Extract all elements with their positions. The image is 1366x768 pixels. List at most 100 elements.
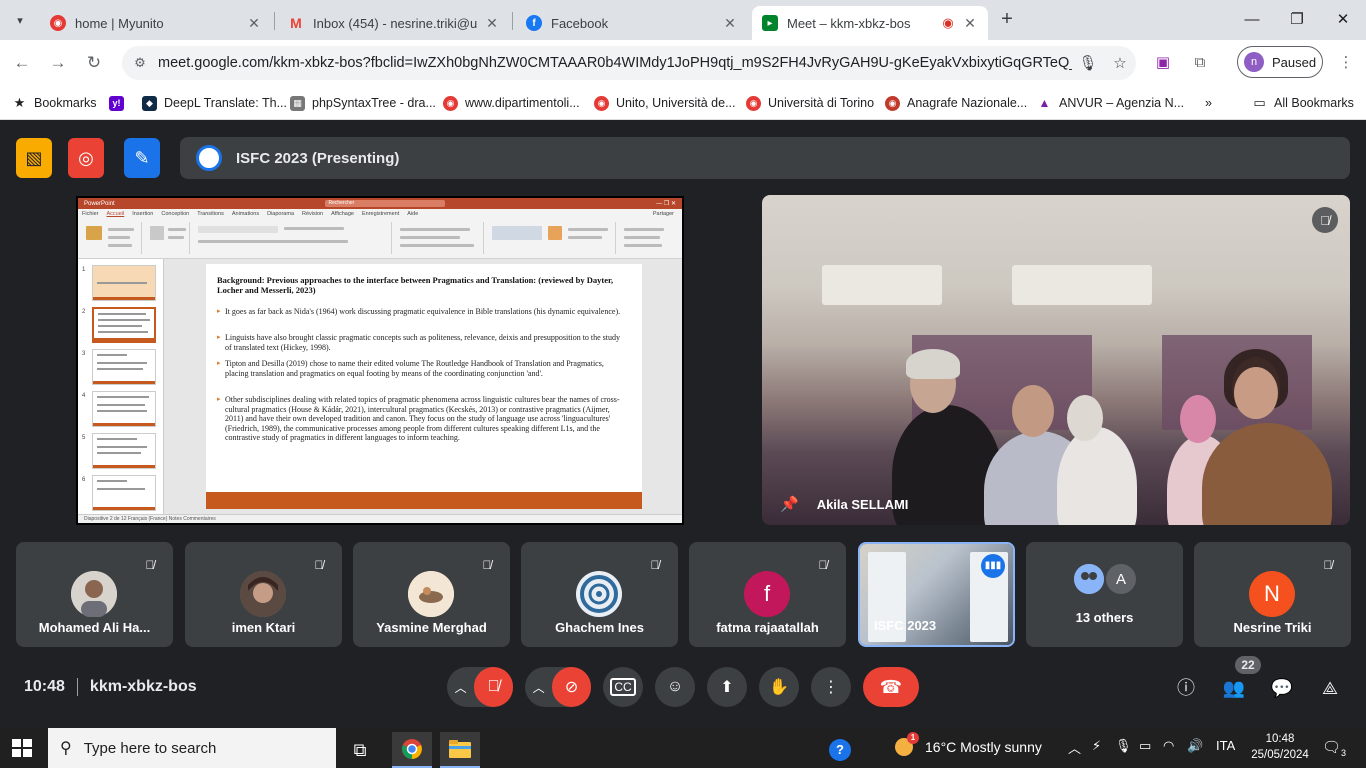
browser-toolbar: ← → ↻ ⚙ meet.google.com/kkm-xbkz-bos?fbc… <box>0 40 1366 86</box>
new-tab-button[interactable]: + <box>995 8 1019 32</box>
minimize-icon[interactable]: — <box>1240 8 1264 32</box>
participant-tile[interactable]: 🎙̸ Mohamed Ali Ha... <box>16 542 173 647</box>
participant-tile[interactable]: 🎙̸ Ghachem Ines <box>521 542 678 647</box>
tab-gmail[interactable]: M Inbox (454) - nesrine.triki@unit ✕ <box>278 6 510 40</box>
participant-tile[interactable]: 🎙̸ N Nesrine Triki <box>1194 542 1351 647</box>
close-tab-icon[interactable]: ✕ <box>722 15 738 32</box>
participant-name: 13 others <box>1075 610 1134 625</box>
chrome-taskbar-icon[interactable] <box>392 732 432 768</box>
mic-off-icon: 🎙̸ <box>650 558 660 572</box>
input-language[interactable]: ITA <box>1216 738 1235 753</box>
microphone-control: ︿ 🎙̸ <box>447 667 513 707</box>
avatar: f <box>744 571 790 617</box>
file-explorer-taskbar-icon[interactable] <box>440 732 480 768</box>
microphone-icon[interactable]: 🎙 <box>1072 54 1104 72</box>
bookmark-unito[interactable]: ◉ Unito, Università de... <box>594 93 736 113</box>
bookmark-dipartimento[interactable]: ◉ www.dipartimentoli... <box>443 93 580 113</box>
bookmark-yahoo[interactable]: y! <box>109 93 131 113</box>
tab-myunito[interactable]: ◉ home | Myunito ✕ <box>40 6 272 40</box>
slide-thumbnail[interactable] <box>92 265 156 301</box>
mic-off-icon: 🎙̸ <box>314 558 324 572</box>
display-tray-icon[interactable]: ▭ <box>1139 738 1151 754</box>
bookmark-anagrafe[interactable]: ◉ Anagrafe Nazionale... <box>885 93 1027 113</box>
slide-thumbnail[interactable] <box>92 475 156 511</box>
mic-off-button[interactable]: 🎙̸ <box>474 667 513 707</box>
bookmarks-more-icon[interactable]: » <box>1205 93 1212 113</box>
raise-hand-button[interactable]: ✋ <box>759 667 799 707</box>
slide-thumbnail-selected[interactable] <box>92 307 156 343</box>
activities-icon[interactable]: ⟁ <box>1316 674 1344 702</box>
slide-thumbnail[interactable] <box>92 433 156 469</box>
folder-icon: ▭ <box>1253 95 1266 110</box>
participant-tile-self[interactable]: ▮▮▮ ISFC 2023 <box>858 542 1015 647</box>
all-bookmarks-button[interactable]: ▭ All Bookmarks <box>1252 93 1354 113</box>
more-options-button[interactable]: ⋮ <box>811 667 851 707</box>
weather-widget[interactable]: 1 16°C Mostly sunny <box>895 732 1042 756</box>
tab-search-icon[interactable]: ▾ <box>8 8 32 32</box>
presentation-off-icon: ▧ <box>25 147 43 168</box>
profile-button[interactable]: n Paused <box>1237 46 1323 78</box>
site-info-icon[interactable]: ⚙ <box>122 55 158 71</box>
people-icon[interactable]: 👥 <box>1220 674 1248 702</box>
participant-tile[interactable]: 🎙̸ f fatma rajaatallah <box>689 542 846 647</box>
close-window-icon[interactable]: ✕ <box>1331 8 1355 32</box>
task-view-icon[interactable]: ⧉ <box>340 732 380 768</box>
captions-button[interactable]: CC <box>603 667 643 707</box>
tray-overflow-icon[interactable]: ︿ <box>1068 738 1081 757</box>
present-screen-button[interactable]: ⬆ <box>707 667 747 707</box>
windows-start-icon[interactable] <box>12 739 32 757</box>
participant-tile-others[interactable]: A 13 others <box>1026 542 1183 647</box>
people-count-badge: 22 <box>1235 656 1261 674</box>
audio-options-chevron-icon[interactable]: ︿ <box>447 679 474 696</box>
back-arrow-icon[interactable]: ← <box>10 51 34 75</box>
bookmark-anvur[interactable]: ▲ ANVUR – Agenzia N... <box>1037 93 1185 113</box>
stop-presenting-button[interactable]: ▧ <box>16 138 52 178</box>
camera-off-button[interactable]: ⊘ <box>552 667 591 707</box>
taskbar-search-box[interactable]: ⚲ Type here to search <box>48 728 336 768</box>
profile-avatar: n <box>1244 52 1264 72</box>
slide-thumbnail[interactable] <box>92 391 156 427</box>
attendee-hair <box>906 349 960 379</box>
windows-taskbar: ⚲ Type here to search ⧉ ? 1 16°C Mostly … <box>0 728 1366 768</box>
chat-icon[interactable]: 💬 <box>1268 674 1296 702</box>
taskbar-clock[interactable]: 10:48 25/05/2024 <box>1250 731 1310 763</box>
slide-thumbnail[interactable] <box>92 349 156 385</box>
help-taskbar-icon[interactable]: ? <box>820 732 860 768</box>
forward-arrow-icon[interactable]: → <box>46 51 70 75</box>
pin-icon[interactable]: 📌 <box>780 495 799 513</box>
bookmark-bookmarks[interactable]: ★ Bookmarks <box>12 93 97 113</box>
microphone-tray-icon[interactable]: 🎙 <box>1115 738 1132 754</box>
tab-meet[interactable]: ▸ Meet – kkm-xbkz-bos ◉ ✕ <box>752 6 988 40</box>
notifications-icon[interactable]: 🗨3 <box>1322 738 1346 758</box>
leave-call-button[interactable]: ☎ <box>863 667 919 707</box>
participant-tile[interactable]: 🎙̸ Yasmine Merghad <box>353 542 510 647</box>
attendee-figure <box>1202 423 1332 525</box>
close-tab-icon[interactable]: ✕ <box>246 15 262 32</box>
meeting-details-icon[interactable]: ⓘ <box>1172 674 1200 702</box>
close-tab-icon[interactable]: ✕ <box>962 15 978 32</box>
network-status-icon[interactable]: ⚡ <box>1092 738 1101 754</box>
speaker-video-tile[interactable]: 🎙̸ 📌 Akila SELLAMI <box>762 195 1350 525</box>
reactions-button[interactable]: ☺ <box>655 667 695 707</box>
maximize-icon[interactable]: ❐ <box>1285 8 1309 32</box>
recording-button[interactable]: ◎ <box>68 138 104 178</box>
video-options-chevron-icon[interactable]: ︿ <box>525 679 552 696</box>
whiteboard-button[interactable]: ✎ <box>124 138 160 178</box>
more-menu-icon[interactable]: ⋮ <box>1334 51 1358 75</box>
wifi-icon[interactable]: ◠ <box>1163 738 1174 754</box>
bookmark-deepl[interactable]: ◆ DeepL Translate: Th... <box>142 93 287 113</box>
participant-tile[interactable]: 🎙̸ imen Ktari <box>185 542 342 647</box>
volume-icon[interactable]: 🔊 <box>1187 738 1203 754</box>
tab-facebook[interactable]: f Facebook ✕ <box>516 6 748 40</box>
browser-tab-strip: ▾ ◉ home | Myunito ✕ M Inbox (454) - nes… <box>0 0 1366 40</box>
bookmark-phpsyntaxtree[interactable]: ▦ phpSyntaxTree - dra... <box>290 93 436 113</box>
mic-off-icon: 🎙̸ <box>482 558 492 572</box>
address-bar[interactable]: ⚙ meet.google.com/kkm-xbkz-bos?fbclid=Iw… <box>122 46 1136 80</box>
bookmark-universita-torino[interactable]: ◉ Università di Torino <box>746 93 874 113</box>
meeting-info: 10:48 kkm-xbkz-bos <box>24 678 197 696</box>
reload-icon[interactable]: ↻ <box>82 51 106 75</box>
close-tab-icon[interactable]: ✕ <box>484 15 500 32</box>
extension-icon[interactable]: ▣ <box>1151 51 1175 75</box>
bookmark-star-icon[interactable]: ☆ <box>1104 54 1136 72</box>
extensions-puzzle-icon[interactable]: ⧉ <box>1188 51 1212 75</box>
